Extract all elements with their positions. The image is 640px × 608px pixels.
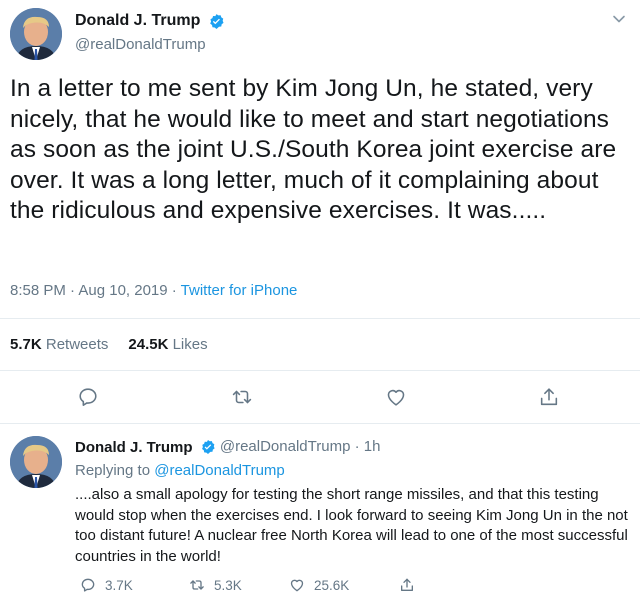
reply-icon[interactable] [77, 386, 99, 408]
verified-badge-icon [208, 13, 225, 30]
like-icon [290, 579, 304, 592]
likes-stat[interactable]: 24.5K Likes [128, 336, 207, 353]
author-handle[interactable]: @realDonaldTrump [75, 36, 225, 53]
divider [0, 318, 640, 319]
reply-text: ....also a small apology for testing the… [75, 486, 628, 565]
separator: · [350, 438, 364, 455]
author-handle[interactable]: @realDonaldTrump [220, 438, 351, 455]
tweet-source[interactable]: Twitter for iPhone [181, 282, 298, 299]
tweet-stats: 5.7K Retweets 24.5K Likes [10, 336, 208, 353]
retweet-action[interactable]: 5.3K [189, 576, 242, 594]
likes-count: 24.5K [128, 336, 169, 353]
like-icon[interactable] [385, 386, 407, 408]
replying-label: Replying to [75, 462, 155, 479]
retweet-count: 5.3K [214, 577, 242, 593]
tweet-text: In a letter to me sent by Kim Jong Un, h… [10, 75, 617, 224]
share-icon[interactable] [538, 386, 560, 408]
replying-to-link[interactable]: @realDonaldTrump [154, 462, 285, 479]
share-icon [401, 578, 413, 591]
retweet-icon [190, 580, 204, 590]
retweets-stat[interactable]: 5.7K Retweets [10, 336, 108, 353]
reply-icon [81, 578, 95, 592]
avatar[interactable] [10, 8, 62, 60]
likes-label: Likes [172, 336, 208, 353]
avatar-portrait [10, 436, 62, 488]
tweet-meta: 8:58 PM · Aug 10, 2019 · Twitter for iPh… [10, 282, 297, 299]
author-name[interactable]: Donald J. Trump [75, 12, 200, 30]
main-tweet: Donald J. Trump @realDonaldTrump In a le… [0, 0, 640, 423]
replying-to: Replying to @realDonaldTrump [75, 462, 285, 479]
avatar-portrait [10, 8, 62, 60]
author-name[interactable]: Donald J. Trump [75, 439, 193, 456]
divider [0, 370, 640, 371]
reply-action[interactable]: 3.7K [80, 576, 133, 594]
avatar[interactable] [10, 436, 62, 488]
reply-count: 3.7K [105, 577, 133, 593]
retweets-label: Retweets [45, 336, 109, 353]
tweet-time[interactable]: 8:58 PM · Aug 10, 2019 · [10, 282, 181, 299]
reply-tweet[interactable]: Donald J. Trump @realDonaldTrump · 1h Re… [0, 424, 640, 608]
retweets-count: 5.7K [10, 336, 42, 353]
tweet-time[interactable]: 1h [364, 438, 381, 455]
share-action[interactable] [399, 576, 424, 594]
chevron-down-icon[interactable] [612, 12, 626, 26]
retweet-icon[interactable] [231, 386, 253, 408]
like-action[interactable]: 25.6K [289, 576, 349, 594]
reply-header: Donald J. Trump @realDonaldTrump · 1h [75, 438, 380, 456]
like-count: 25.6K [314, 577, 350, 593]
verified-badge-icon [200, 439, 216, 455]
